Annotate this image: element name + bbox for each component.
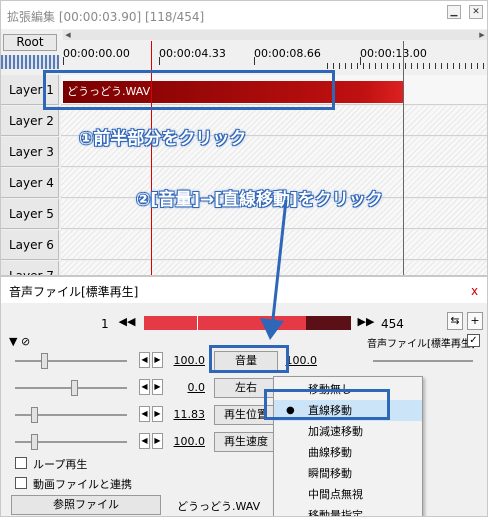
speed-value[interactable]: 100.0 bbox=[167, 435, 206, 448]
minimize-icon[interactable]: ▁ bbox=[447, 5, 461, 19]
ruler-label: 00:00:08.66 bbox=[254, 47, 321, 60]
annotation-arrow bbox=[260, 200, 288, 340]
audio-settings-window: 音声ファイル[標準再生] x 1 ◀◀ ▶▶ 454 ⇆ + ▼ ⊘ 音声ファイ… bbox=[0, 276, 488, 517]
ruler-tick bbox=[63, 57, 64, 65]
sync-video-checkbox[interactable] bbox=[15, 477, 27, 489]
loop-checkbox[interactable] bbox=[15, 457, 27, 469]
frame-marker bbox=[197, 316, 198, 330]
object-enable-checkbox[interactable]: ✓ bbox=[467, 334, 480, 347]
timeline-titlebar: 拡張編集 [00:00:03.90] [118/454] ▁ ✕ bbox=[1, 1, 487, 29]
increase-icon[interactable]: ▶ bbox=[152, 433, 163, 449]
menu-item-amount[interactable]: 移動量指定 bbox=[274, 505, 422, 516]
decrease-icon[interactable]: ◀ bbox=[139, 379, 150, 395]
next-frame-icon[interactable]: ▶▶ bbox=[357, 313, 375, 331]
highlight-box-clip bbox=[43, 70, 335, 110]
annotation-step1: ①前半部分をクリック bbox=[79, 129, 247, 149]
prev-frame-icon[interactable]: ◀◀ bbox=[118, 313, 136, 331]
timeline-window: 拡張編集 [00:00:03.90] [118/454] ▁ ✕ Root ◀ … bbox=[0, 0, 488, 276]
volume-slider-thumb[interactable] bbox=[41, 353, 48, 369]
menu-item-accel[interactable]: 加減速移動 bbox=[274, 421, 422, 442]
highlight-box-linear bbox=[264, 389, 390, 420]
scroll-left-icon[interactable]: ◀ bbox=[63, 30, 73, 40]
layer-label[interactable]: Layer 2 bbox=[1, 106, 59, 136]
end-marker bbox=[403, 41, 404, 275]
ruler-tick bbox=[159, 57, 160, 65]
pan-value[interactable]: 0.0 bbox=[167, 381, 206, 394]
timeline-title: 拡張編集 [00:00:03.90] [118/454] bbox=[7, 10, 205, 24]
highlight-box-volume bbox=[209, 345, 289, 373]
ruler-label: 00:00:00.00 bbox=[63, 47, 130, 60]
increase-icon[interactable]: ▶ bbox=[152, 406, 163, 422]
sync-video-label: 動画ファイルと連携 bbox=[33, 478, 132, 491]
ruler-label: 00:00:13.00 bbox=[360, 47, 427, 60]
layer-label[interactable]: Layer 6 bbox=[1, 230, 59, 260]
scroll-right-icon[interactable]: ▶ bbox=[477, 30, 487, 40]
menu-item-curve[interactable]: 曲線移動 bbox=[274, 442, 422, 463]
position-value[interactable]: 11.83 bbox=[167, 408, 206, 421]
layer-label[interactable]: Layer 5 bbox=[1, 199, 59, 229]
collapse-icon[interactable]: ▼ ⊘ bbox=[9, 335, 30, 348]
layer-label[interactable]: Layer 7 bbox=[1, 261, 59, 275]
audio-titlebar: 音声ファイル[標準再生] x bbox=[1, 277, 487, 303]
reference-file-name: どうっどう.WAV bbox=[177, 500, 261, 513]
pan-slider-thumb[interactable] bbox=[71, 380, 78, 396]
close-icon[interactable]: x bbox=[471, 284, 478, 298]
volume-value[interactable]: 100.0 bbox=[167, 354, 206, 367]
increase-icon[interactable]: ▶ bbox=[152, 379, 163, 395]
decrease-icon[interactable]: ◀ bbox=[139, 406, 150, 422]
reference-file-button[interactable]: 参照ファイル bbox=[11, 495, 161, 515]
increase-icon[interactable]: ▶ bbox=[152, 352, 163, 368]
ruler-label: 00:00:04.33 bbox=[159, 47, 226, 60]
frame-range-tail bbox=[306, 316, 351, 330]
layer-label[interactable]: Layer 3 bbox=[1, 137, 59, 167]
audio-window-title: 音声ファイル[標準再生] bbox=[9, 285, 139, 299]
link-icon[interactable]: ⇆ bbox=[447, 312, 463, 330]
time-ruler[interactable]: 00:00:00.00 00:00:04.33 00:00:08.66 00:0… bbox=[61, 41, 487, 71]
position-slider-thumb[interactable] bbox=[31, 407, 38, 423]
object-name: 音声ファイル[標準再生] bbox=[367, 339, 475, 350]
decrease-icon[interactable]: ◀ bbox=[139, 352, 150, 368]
loop-label: ループ再生 bbox=[33, 458, 88, 471]
menu-item-instant[interactable]: 瞬間移動 bbox=[274, 463, 422, 484]
frame-start: 1 bbox=[101, 317, 109, 331]
add-icon[interactable]: + bbox=[467, 312, 483, 330]
decrease-icon[interactable]: ◀ bbox=[139, 433, 150, 449]
root-button[interactable]: Root bbox=[3, 34, 57, 51]
timeline-scrollbar[interactable] bbox=[63, 30, 487, 40]
speed-slider-thumb[interactable] bbox=[31, 434, 38, 450]
ruler-tick bbox=[254, 57, 255, 65]
frame-end: 454 bbox=[381, 317, 404, 331]
ruler-minor-ticks bbox=[327, 63, 487, 69]
volume-end-slider[interactable] bbox=[373, 360, 473, 362]
zoom-slider[interactable] bbox=[1, 55, 59, 69]
close-icon[interactable]: ✕ bbox=[469, 5, 483, 19]
speed-button[interactable]: 再生速度 bbox=[214, 432, 278, 452]
menu-item-ignore-midpoint[interactable]: 中間点無視 bbox=[274, 484, 422, 505]
volume-slider-track[interactable] bbox=[15, 360, 127, 362]
layer-label[interactable]: Layer 4 bbox=[1, 168, 59, 198]
